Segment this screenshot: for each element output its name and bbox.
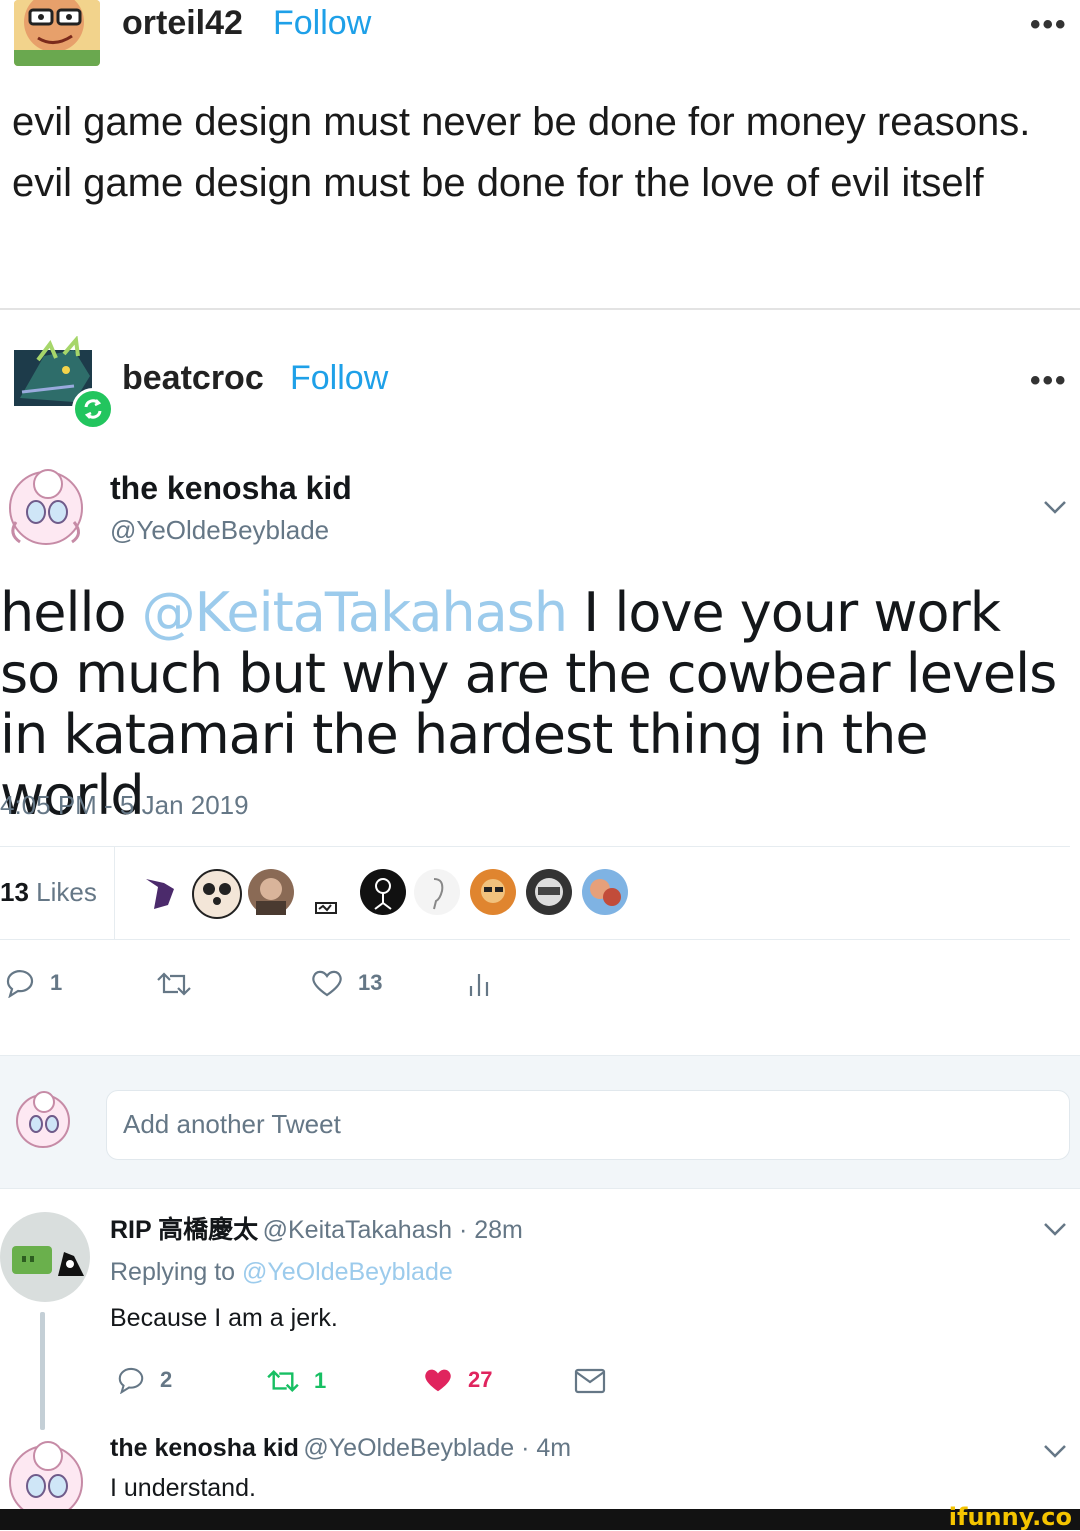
reply1-header: RIP 高橋慶太 @KeitaTakahash · 28m [110, 1210, 523, 1246]
reply1-like-action[interactable]: 27 [422, 1366, 492, 1394]
liker-avatar[interactable] [414, 869, 460, 915]
replying-to-prefix: Replying to [110, 1258, 243, 1286]
analytics-action[interactable] [466, 970, 492, 998]
analytics-icon [469, 974, 489, 996]
heart-filled-icon [425, 1369, 451, 1392]
thread-line [40, 1312, 45, 1430]
reply1-retweet-action[interactable]: 1 [266, 1368, 326, 1394]
reply1-name[interactable]: RIP 高橋慶太 [110, 1216, 258, 1244]
reply2-handle-time[interactable]: @YeOldeBeyblade · 4m [303, 1434, 571, 1462]
post1-follow-button[interactable]: Follow [273, 4, 371, 43]
like-action[interactable]: 13 [310, 968, 382, 998]
compose-avatar [12, 1088, 74, 1150]
reply2-text: I understand. [110, 1474, 256, 1502]
reply-count: 1 [50, 970, 63, 995]
orteil42-avatar[interactable] [14, 0, 100, 66]
post1-text: evil game design must never be done for … [12, 100, 1031, 205]
likes-label: Likes [28, 877, 97, 907]
reply-action[interactable]: 1 [4, 968, 62, 998]
post1-username[interactable]: orteil42 [122, 4, 243, 43]
reply1-dm-action[interactable] [574, 1368, 606, 1394]
tweet-menu-chevron-icon[interactable] [1042, 498, 1068, 521]
reply2-header: the kenosha kid @YeOldeBeyblade · 4m [110, 1434, 571, 1463]
likes-count[interactable]: 13 Likes [0, 877, 97, 908]
reply1-menu-chevron-icon[interactable] [1042, 1220, 1068, 1243]
liker-avatar[interactable] [360, 869, 406, 915]
reply1-retweet-count: 1 [314, 1368, 327, 1393]
reply1-handle-time[interactable]: @KeitaTakahash · 28m [263, 1216, 523, 1244]
tweet-timestamp[interactable]: 4:05 PM - 5 Jan 2019 [0, 790, 249, 821]
reply1-avatar[interactable] [0, 1212, 90, 1302]
tweet-author-name[interactable]: the kenosha kid [110, 470, 352, 507]
reply1-reply-action[interactable]: 2 [116, 1366, 172, 1394]
tweet-author-avatar[interactable] [2, 462, 90, 550]
reply1-text: Because I am a jerk. [110, 1304, 338, 1332]
liker-avatar[interactable] [138, 869, 184, 915]
reply1-like-count: 27 [468, 1367, 493, 1392]
tweet-author-handle[interactable]: @YeOldeBeyblade [110, 515, 329, 546]
reblog-badge-icon [72, 388, 114, 430]
reply2-avatar[interactable] [2, 1436, 90, 1509]
add-tweet-input[interactable]: Add another Tweet [106, 1090, 1070, 1160]
watermark-bar: ifunny.co [0, 1503, 1080, 1531]
post2-more-icon[interactable]: ••• [1030, 364, 1068, 398]
liker-avatar[interactable] [304, 869, 350, 915]
tweet-mention-link[interactable]: @KeitaTakahash [142, 581, 568, 644]
replying-to-link[interactable]: @YeOldeBeyblade [242, 1258, 453, 1286]
likes-separator [114, 847, 115, 939]
ifunny-logo: ifunny.co [948, 1503, 1072, 1531]
retweet-icon [157, 972, 191, 996]
likes-row: 13 Likes [0, 846, 1070, 940]
liker-avatar[interactable] [470, 869, 516, 915]
envelope-icon [574, 1368, 606, 1394]
retweet-action[interactable] [156, 970, 192, 998]
reply1-replying-to: Replying to @YeOldeBeyblade [110, 1258, 453, 1287]
liker-avatar[interactable] [582, 869, 628, 915]
post1-more-icon[interactable]: ••• [1030, 8, 1068, 42]
compose-section: Add another Tweet [0, 1055, 1080, 1189]
reply2-name[interactable]: the kenosha kid [110, 1434, 299, 1462]
liker-avatar[interactable] [526, 869, 572, 915]
reply1-reply-count: 2 [160, 1367, 173, 1392]
reply2-menu-chevron-icon[interactable] [1042, 1442, 1068, 1465]
post2-follow-button[interactable]: Follow [290, 359, 388, 398]
heart-icon [312, 970, 342, 997]
liker-avatar[interactable] [192, 869, 242, 919]
likes-count-number: 13 [0, 877, 29, 907]
retweet-icon [267, 1370, 299, 1392]
tweet-body-prefix: hello [0, 581, 142, 644]
reply-icon [118, 1367, 144, 1394]
like-count: 13 [358, 970, 383, 995]
reply-icon [6, 970, 34, 998]
post-divider [0, 308, 1080, 310]
post2-username[interactable]: beatcroc [122, 359, 264, 398]
add-tweet-placeholder: Add another Tweet [123, 1109, 341, 1139]
liker-avatar[interactable] [248, 869, 294, 915]
